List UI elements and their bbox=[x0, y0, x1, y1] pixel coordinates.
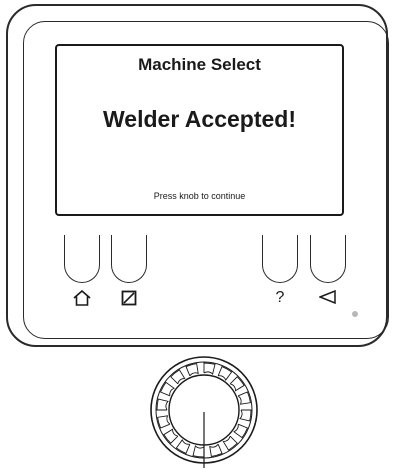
knob-ridge bbox=[157, 415, 171, 429]
soft-key-3[interactable] bbox=[262, 235, 298, 283]
home-icon bbox=[64, 288, 100, 308]
knob-ridge bbox=[159, 381, 175, 397]
soft-key-1[interactable] bbox=[64, 235, 100, 283]
knob-ridge bbox=[217, 365, 233, 381]
knob-ridge bbox=[175, 439, 191, 455]
knob-ridge bbox=[209, 443, 223, 457]
knob-ridge bbox=[237, 391, 251, 405]
soft-key-4[interactable] bbox=[310, 235, 346, 283]
knob-ridge bbox=[233, 423, 249, 439]
knob-ridge bbox=[203, 362, 216, 375]
back-triangle-icon bbox=[310, 288, 346, 308]
status-led bbox=[352, 311, 358, 317]
knob-ridge bbox=[156, 398, 169, 411]
question-icon: ? bbox=[275, 289, 285, 306]
soft-key-2[interactable] bbox=[111, 235, 147, 283]
knob-ridge bbox=[185, 363, 199, 377]
screen-message: Welder Accepted! bbox=[103, 106, 296, 132]
display-screen: Machine Select Welder Accepted! Press kn… bbox=[55, 44, 344, 216]
screen-title: Machine Select bbox=[138, 55, 261, 74]
square-slash-icon bbox=[111, 288, 147, 308]
control-knob[interactable] bbox=[149, 350, 259, 468]
screen-hint: Press knob to continue bbox=[153, 191, 246, 201]
knob-ridge bbox=[192, 445, 205, 458]
knob-ridge bbox=[239, 409, 252, 422]
